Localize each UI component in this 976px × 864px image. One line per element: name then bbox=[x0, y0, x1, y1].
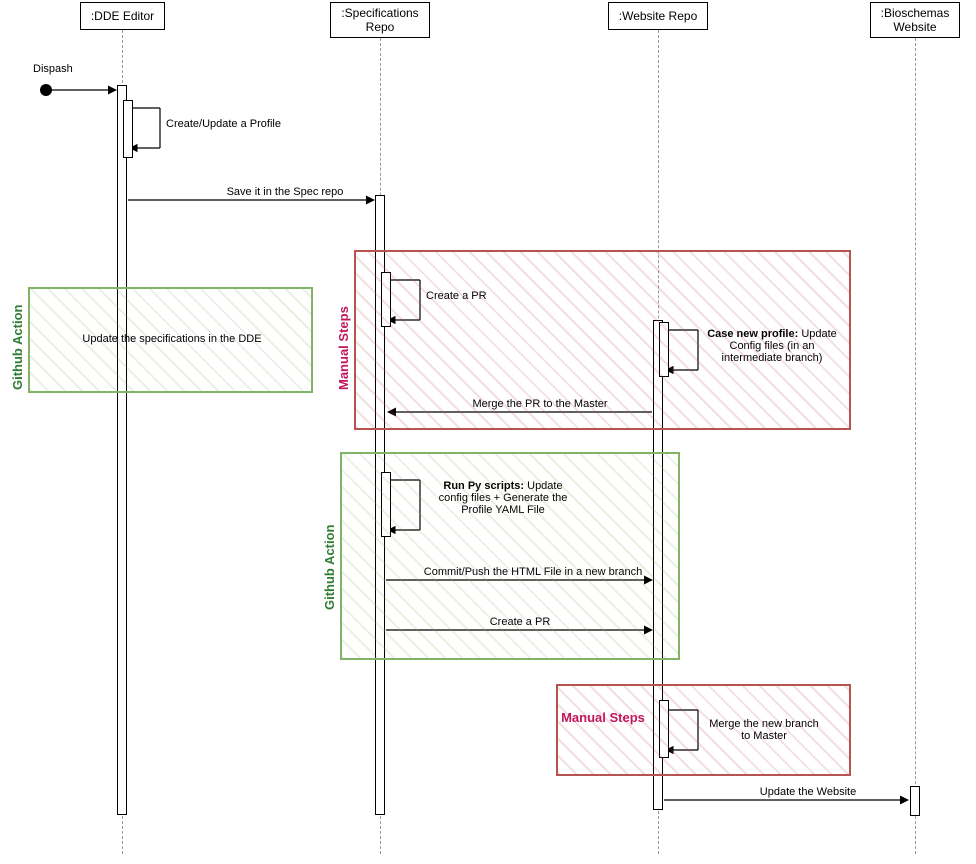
participant-site: :Bioschemas Website bbox=[870, 2, 960, 38]
start-node-icon bbox=[40, 84, 52, 96]
zone-manual-steps-1 bbox=[354, 250, 851, 430]
participant-dde: :DDE Editor bbox=[80, 2, 165, 30]
zone-title-github-action-2: Github Action bbox=[322, 500, 337, 610]
participant-label: :Website Repo bbox=[619, 9, 698, 23]
participant-label: :Bioschemas Website bbox=[877, 6, 953, 34]
activation-dde-self bbox=[123, 100, 133, 158]
sequence-diagram: :DDE Editor :Specifications Repo :Websit… bbox=[0, 0, 976, 864]
zone-title-github-action-1: Github Action bbox=[10, 290, 25, 390]
msg-update-dde: Update the specifications in the DDE bbox=[42, 333, 302, 345]
msg-save-spec: Save it in the Spec repo bbox=[190, 186, 380, 198]
participant-web: :Website Repo bbox=[608, 2, 708, 30]
lifeline-site bbox=[915, 38, 916, 854]
activation-site bbox=[910, 786, 920, 816]
dispatch-label: Dispash bbox=[33, 63, 93, 75]
participant-label: :DDE Editor bbox=[91, 9, 154, 23]
zone-title-manual-steps-2: Manual Steps bbox=[560, 710, 646, 725]
participant-label: :Specifications Repo bbox=[337, 6, 423, 34]
zone-title-manual-steps-1: Manual Steps bbox=[336, 290, 351, 390]
msg-update-website: Update the Website bbox=[718, 786, 898, 798]
msg-create-profile: Create/Update a Profile bbox=[166, 118, 281, 130]
zone-manual-steps-2 bbox=[556, 684, 851, 776]
activation-dde bbox=[117, 85, 127, 815]
participant-spec: :Specifications Repo bbox=[330, 2, 430, 38]
zone-github-action-2 bbox=[340, 452, 680, 660]
